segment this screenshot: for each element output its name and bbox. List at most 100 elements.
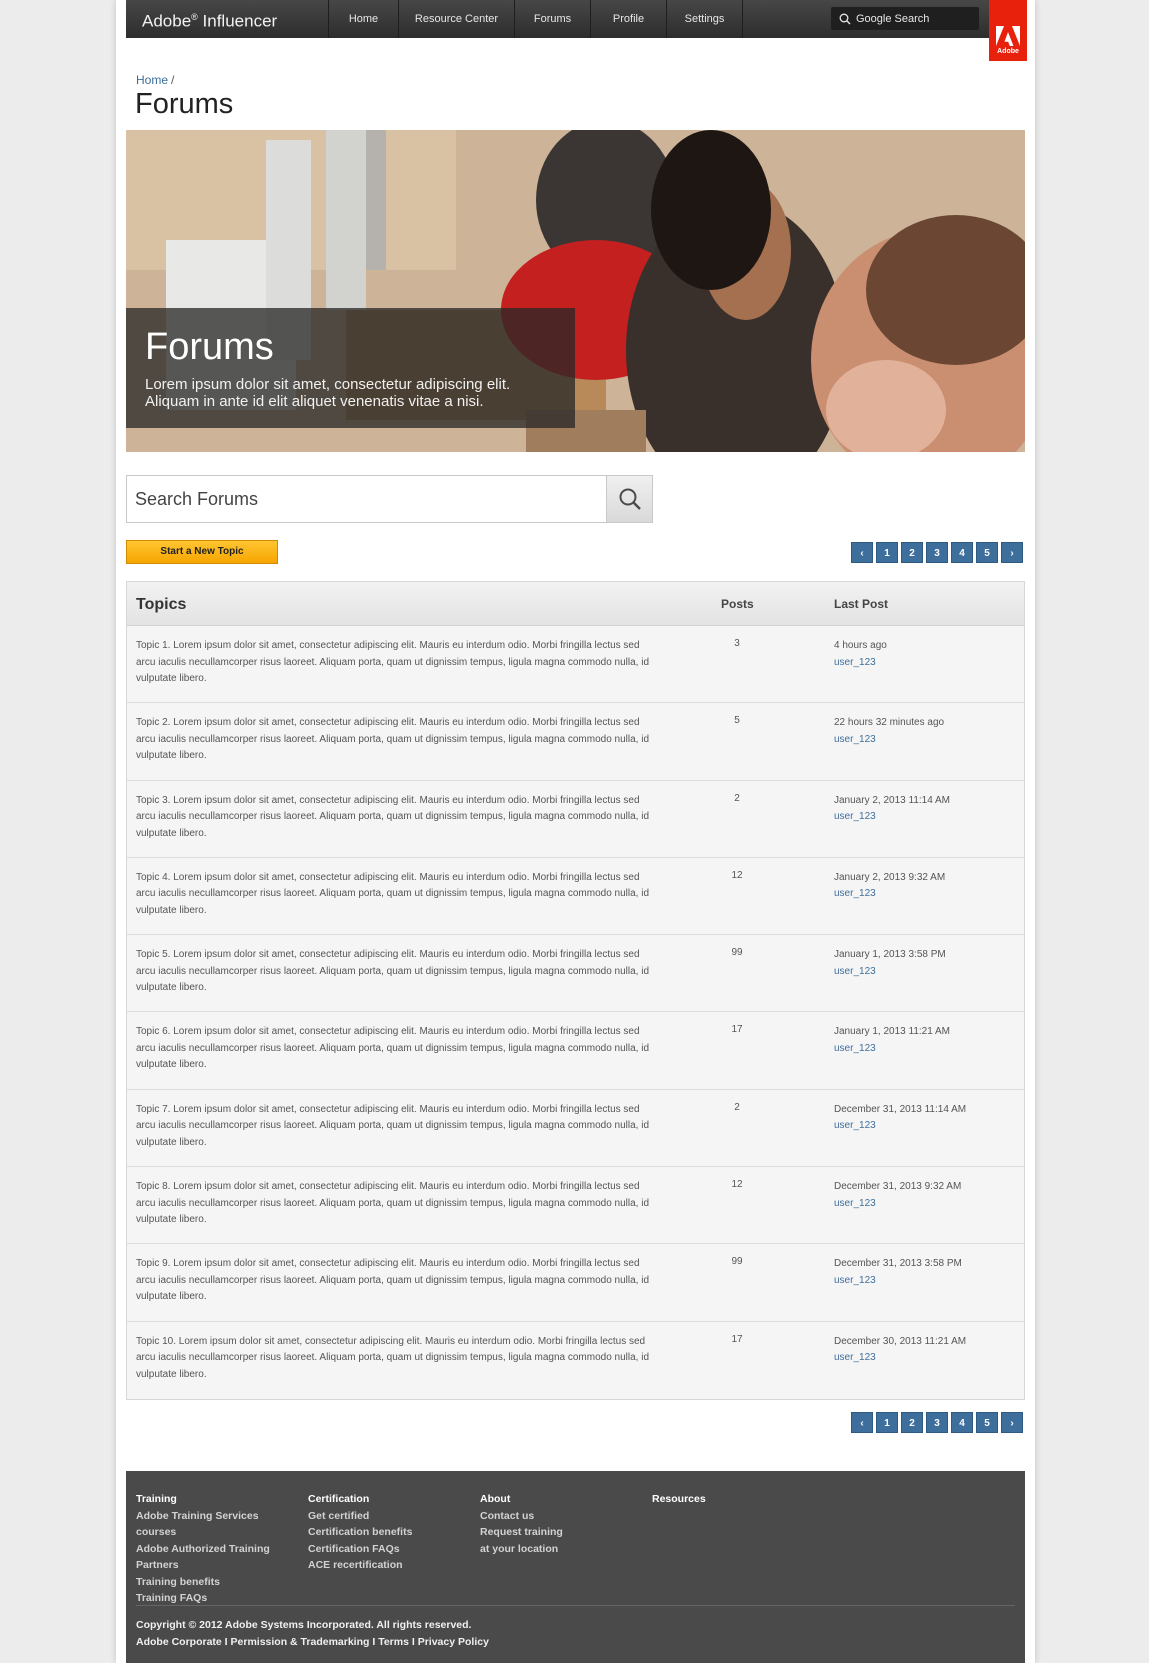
table-row[interactable]: Topic 2. Lorem ipsum dolor sit amet, con… (127, 703, 1024, 781)
topic-text[interactable]: Topic 2. Lorem ipsum dolor sit amet, con… (136, 715, 656, 765)
pagination-next-button[interactable]: › (1001, 1412, 1023, 1433)
table-row[interactable]: Topic 5. Lorem ipsum dolor sit amet, con… (127, 935, 1024, 1013)
topic-text[interactable]: Topic 10. Lorem ipsum dolor sit amet, co… (136, 1334, 656, 1384)
post-count: 2 (734, 792, 740, 804)
pagination-page-4[interactable]: 4 (951, 1412, 973, 1433)
table-row[interactable]: Topic 9. Lorem ipsum dolor sit amet, con… (127, 1244, 1024, 1322)
adobe-logo-badge[interactable]: Adobe (989, 0, 1027, 61)
last-post: December 31, 2013 11:14 AM user_123 (834, 1102, 966, 1135)
legal-link-corporate[interactable]: Adobe Corporate (136, 1636, 222, 1648)
legal-link-permissions[interactable]: Permission & Trademarking (231, 1636, 370, 1648)
breadcrumb-home-link[interactable]: Home (136, 73, 168, 87)
footer-link[interactable]: Training benefits (136, 1574, 301, 1591)
main-nav: Home Resource Center Forums Profile Sett… (328, 0, 743, 38)
page-container: Adobe® Influencer Home Resource Center F… (116, 0, 1035, 1663)
brand-name: Adobe (142, 11, 192, 31)
google-search-label: Google Search (856, 12, 930, 25)
magnifier-icon (619, 488, 641, 510)
footer-heading-resources[interactable]: Resources (652, 1491, 752, 1508)
hero-text: Lorem ipsum dolor sit amet, consectetur … (145, 376, 511, 410)
brand-logo[interactable]: Adobe® Influencer (126, 0, 328, 40)
topic-text[interactable]: Topic 5. Lorem ipsum dolor sit amet, con… (136, 947, 656, 997)
search-icon (839, 13, 851, 24)
start-new-topic-button[interactable]: Start a New Topic (126, 540, 278, 564)
topic-text[interactable]: Topic 3. Lorem ipsum dolor sit amet, con… (136, 793, 656, 843)
footer-heading-certification[interactable]: Certification (308, 1491, 468, 1508)
pagination-page-1[interactable]: 1 (876, 542, 898, 563)
hero-title: Forums (145, 326, 274, 368)
column-header-last-post: Last Post (834, 597, 889, 611)
pagination-prev-button[interactable]: ‹ (851, 1412, 873, 1433)
last-post-user-link[interactable]: user_123 (834, 886, 945, 903)
last-post: December 30, 2013 11:21 AM user_123 (834, 1334, 966, 1367)
post-count: 17 (731, 1333, 743, 1345)
pagination-page-3[interactable]: 3 (926, 542, 948, 563)
footer-heading-training[interactable]: Training (136, 1491, 301, 1508)
pagination-next-button[interactable]: › (1001, 542, 1023, 563)
pagination-page-5[interactable]: 5 (976, 542, 998, 563)
pagination-page-3[interactable]: 3 (926, 1412, 948, 1433)
hero-banner: Forums Lorem ipsum dolor sit amet, conse… (126, 130, 1025, 452)
last-post: January 2, 2013 11:14 AM user_123 (834, 793, 950, 826)
pagination-page-5[interactable]: 5 (976, 1412, 998, 1433)
pagination-page-1[interactable]: 1 (876, 1412, 898, 1433)
footer-link[interactable]: Request training at your location (480, 1524, 575, 1557)
last-post-user-link[interactable]: user_123 (834, 1041, 950, 1058)
column-header-topics: Topics (136, 596, 187, 613)
last-post-user-link[interactable]: user_123 (834, 1196, 961, 1213)
nav-home[interactable]: Home (329, 0, 399, 38)
footer-link[interactable]: Adobe Training Services courses (136, 1508, 301, 1541)
forum-search-button[interactable] (606, 476, 652, 522)
footer-heading-about[interactable]: About (480, 1491, 580, 1508)
footer-link[interactable]: Certification FAQs (308, 1541, 468, 1558)
footer-column-certification: Certification Get certified Certificatio… (308, 1491, 468, 1574)
pagination-page-2[interactable]: 2 (901, 542, 923, 563)
table-row[interactable]: Topic 4. Lorem ipsum dolor sit amet, con… (127, 858, 1024, 936)
topic-text[interactable]: Topic 7. Lorem ipsum dolor sit amet, con… (136, 1102, 656, 1152)
topic-text[interactable]: Topic 4. Lorem ipsum dolor sit amet, con… (136, 870, 656, 920)
nav-settings[interactable]: Settings (667, 0, 743, 38)
legal-link-privacy[interactable]: Privacy Policy (418, 1636, 489, 1648)
last-post-user-link[interactable]: user_123 (834, 1350, 966, 1367)
footer-link[interactable]: ACE recertification (308, 1557, 468, 1574)
last-post-user-link[interactable]: user_123 (834, 964, 946, 981)
last-post: December 31, 2013 3:58 PM user_123 (834, 1256, 962, 1289)
nav-resource-center[interactable]: Resource Center (399, 0, 515, 38)
pagination-prev-button[interactable]: ‹ (851, 542, 873, 563)
post-count: 12 (731, 1179, 743, 1191)
post-count: 99 (731, 1256, 743, 1268)
legal-links: Adobe Corporate I Permission & Trademark… (136, 1634, 489, 1651)
footer-link[interactable]: Certification benefits (308, 1524, 468, 1541)
last-post-user-link[interactable]: user_123 (834, 655, 887, 672)
last-post-user-link[interactable]: user_123 (834, 809, 950, 826)
topic-text[interactable]: Topic 6. Lorem ipsum dolor sit amet, con… (136, 1024, 656, 1074)
forum-search-input[interactable] (127, 476, 606, 522)
pagination-page-2[interactable]: 2 (901, 1412, 923, 1433)
post-count: 3 (734, 638, 740, 649)
nav-forums[interactable]: Forums (515, 0, 591, 38)
legal-link-terms[interactable]: Terms (378, 1636, 409, 1648)
footer-link[interactable]: Get certified (308, 1508, 468, 1525)
footer-divider (136, 1605, 1015, 1606)
table-row[interactable]: Topic 8. Lorem ipsum dolor sit amet, con… (127, 1167, 1024, 1245)
pagination-page-4[interactable]: 4 (951, 542, 973, 563)
footer-legal: Copyright © 2012 Adobe Systems Incorpora… (136, 1617, 489, 1650)
last-post-user-link[interactable]: user_123 (834, 1118, 966, 1135)
last-post-user-link[interactable]: user_123 (834, 1273, 962, 1290)
topic-text[interactable]: Topic 1. Lorem ipsum dolor sit amet, con… (136, 638, 656, 688)
table-row[interactable]: Topic 3. Lorem ipsum dolor sit amet, con… (127, 781, 1024, 858)
breadcrumb-separator: / (171, 73, 175, 87)
table-row[interactable]: Topic 1. Lorem ipsum dolor sit amet, con… (127, 626, 1024, 704)
footer-link[interactable]: Adobe Authorized Training Partners (136, 1541, 286, 1574)
nav-profile[interactable]: Profile (591, 0, 667, 38)
table-row[interactable]: Topic 7. Lorem ipsum dolor sit amet, con… (127, 1090, 1024, 1168)
table-row[interactable]: Topic 10. Lorem ipsum dolor sit amet, co… (127, 1322, 1024, 1399)
table-row[interactable]: Topic 6. Lorem ipsum dolor sit amet, con… (127, 1012, 1024, 1090)
topic-text[interactable]: Topic 8. Lorem ipsum dolor sit amet, con… (136, 1179, 656, 1229)
footer-link[interactable]: Contact us (480, 1508, 580, 1525)
topic-text[interactable]: Topic 9. Lorem ipsum dolor sit amet, con… (136, 1256, 656, 1306)
google-search-field[interactable]: Google Search (831, 7, 979, 30)
last-post-user-link[interactable]: user_123 (834, 732, 944, 749)
post-count: 2 (734, 1101, 740, 1113)
column-header-posts: Posts (721, 597, 754, 611)
